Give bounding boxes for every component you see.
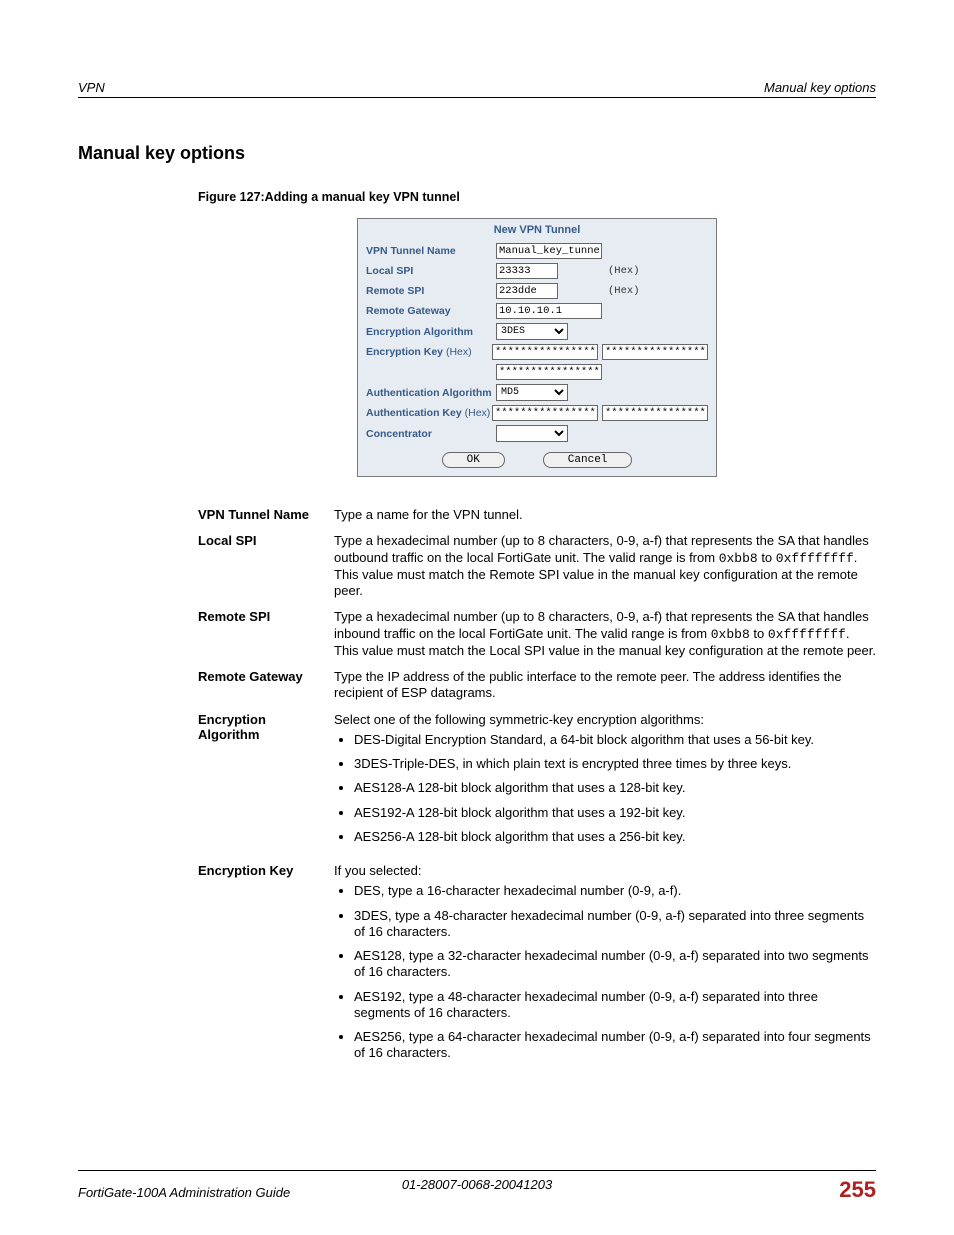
header-right: Manual key options xyxy=(764,80,876,95)
header-left: VPN xyxy=(78,80,105,95)
input-auth-key-2[interactable] xyxy=(602,405,708,421)
input-enc-key-2[interactable] xyxy=(602,344,708,360)
select-enc-alg[interactable]: 3DES xyxy=(496,323,568,340)
label-concentrator: Concentrator xyxy=(366,428,496,440)
page-footer: FortiGate-100A Administration Guide 01-2… xyxy=(78,1170,876,1203)
list-item: AES192, type a 48-character hexadecimal … xyxy=(354,989,876,1022)
list-item: AES192-A 128-bit block algorithm that us… xyxy=(354,805,876,821)
page-number: 255 xyxy=(839,1177,876,1203)
vpn-form: New VPN Tunnel VPN Tunnel Name Local SPI… xyxy=(357,218,717,477)
select-auth-alg[interactable]: MD5 xyxy=(496,384,568,401)
def-enc-key: If you selected: DES, type a 16-characte… xyxy=(334,863,876,1070)
footer-left: FortiGate-100A Administration Guide xyxy=(78,1185,290,1200)
label-tunnel-name: VPN Tunnel Name xyxy=(366,245,496,257)
hex-suffix: (Hex) xyxy=(608,265,640,277)
description-table: VPN Tunnel Name Type a name for the VPN … xyxy=(198,507,876,1070)
list-item: AES256-A 128-bit block algorithm that us… xyxy=(354,829,876,845)
figure-caption: Figure 127:Adding a manual key VPN tunne… xyxy=(198,190,876,204)
select-concentrator[interactable] xyxy=(496,425,568,442)
def-remote-gateway: Type the IP address of the public interf… xyxy=(334,669,876,702)
input-tunnel-name[interactable] xyxy=(496,243,602,259)
term-enc-key: Encryption Key xyxy=(198,863,334,1070)
page-header: VPN Manual key options xyxy=(78,80,876,98)
list-item: AES256, type a 64-character hexadecimal … xyxy=(354,1029,876,1062)
list-item: DES-Digital Encryption Standard, a 64-bi… xyxy=(354,732,876,748)
input-enc-key-3[interactable] xyxy=(496,364,602,380)
input-local-spi[interactable] xyxy=(496,263,558,279)
term-remote-gateway: Remote Gateway xyxy=(198,669,334,702)
label-local-spi: Local SPI xyxy=(366,265,496,277)
def-remote-spi: Type a hexadecimal number (up to 8 chara… xyxy=(334,609,876,659)
list-item: AES128, type a 32-character hexadecimal … xyxy=(354,948,876,981)
cancel-button[interactable]: Cancel xyxy=(543,452,633,468)
input-auth-key-1[interactable] xyxy=(492,405,598,421)
def-local-spi: Type a hexadecimal number (up to 8 chara… xyxy=(334,533,876,599)
list-item: 3DES-Triple-DES, in which plain text is … xyxy=(354,756,876,772)
list-item: AES128-A 128-bit block algorithm that us… xyxy=(354,780,876,796)
def-enc-alg: Select one of the following symmetric-ke… xyxy=(334,712,876,854)
term-tunnel-name: VPN Tunnel Name xyxy=(198,507,334,523)
term-remote-spi: Remote SPI xyxy=(198,609,334,659)
input-remote-spi[interactable] xyxy=(496,283,558,299)
ok-button[interactable]: OK xyxy=(442,452,505,468)
label-enc-alg: Encryption Algorithm xyxy=(366,326,496,338)
section-title: Manual key options xyxy=(78,143,876,164)
label-auth-key: Authentication Key (Hex) xyxy=(366,407,492,419)
def-tunnel-name: Type a name for the VPN tunnel. xyxy=(334,507,876,523)
label-enc-key: Encryption Key (Hex) xyxy=(366,346,492,358)
term-local-spi: Local SPI xyxy=(198,533,334,599)
list-item: 3DES, type a 48-character hexadecimal nu… xyxy=(354,908,876,941)
form-title: New VPN Tunnel xyxy=(358,219,716,243)
label-remote-gateway: Remote Gateway xyxy=(366,305,496,317)
term-enc-alg: Encryption Algorithm xyxy=(198,712,334,854)
hex-suffix: (Hex) xyxy=(608,285,640,297)
label-remote-spi: Remote SPI xyxy=(366,285,496,297)
label-auth-alg: Authentication Algorithm xyxy=(366,387,496,399)
list-item: DES, type a 16-character hexadecimal num… xyxy=(354,883,876,899)
footer-center: 01-28007-0068-20041203 xyxy=(402,1177,552,1192)
input-remote-gateway[interactable] xyxy=(496,303,602,319)
input-enc-key-1[interactable] xyxy=(492,344,598,360)
